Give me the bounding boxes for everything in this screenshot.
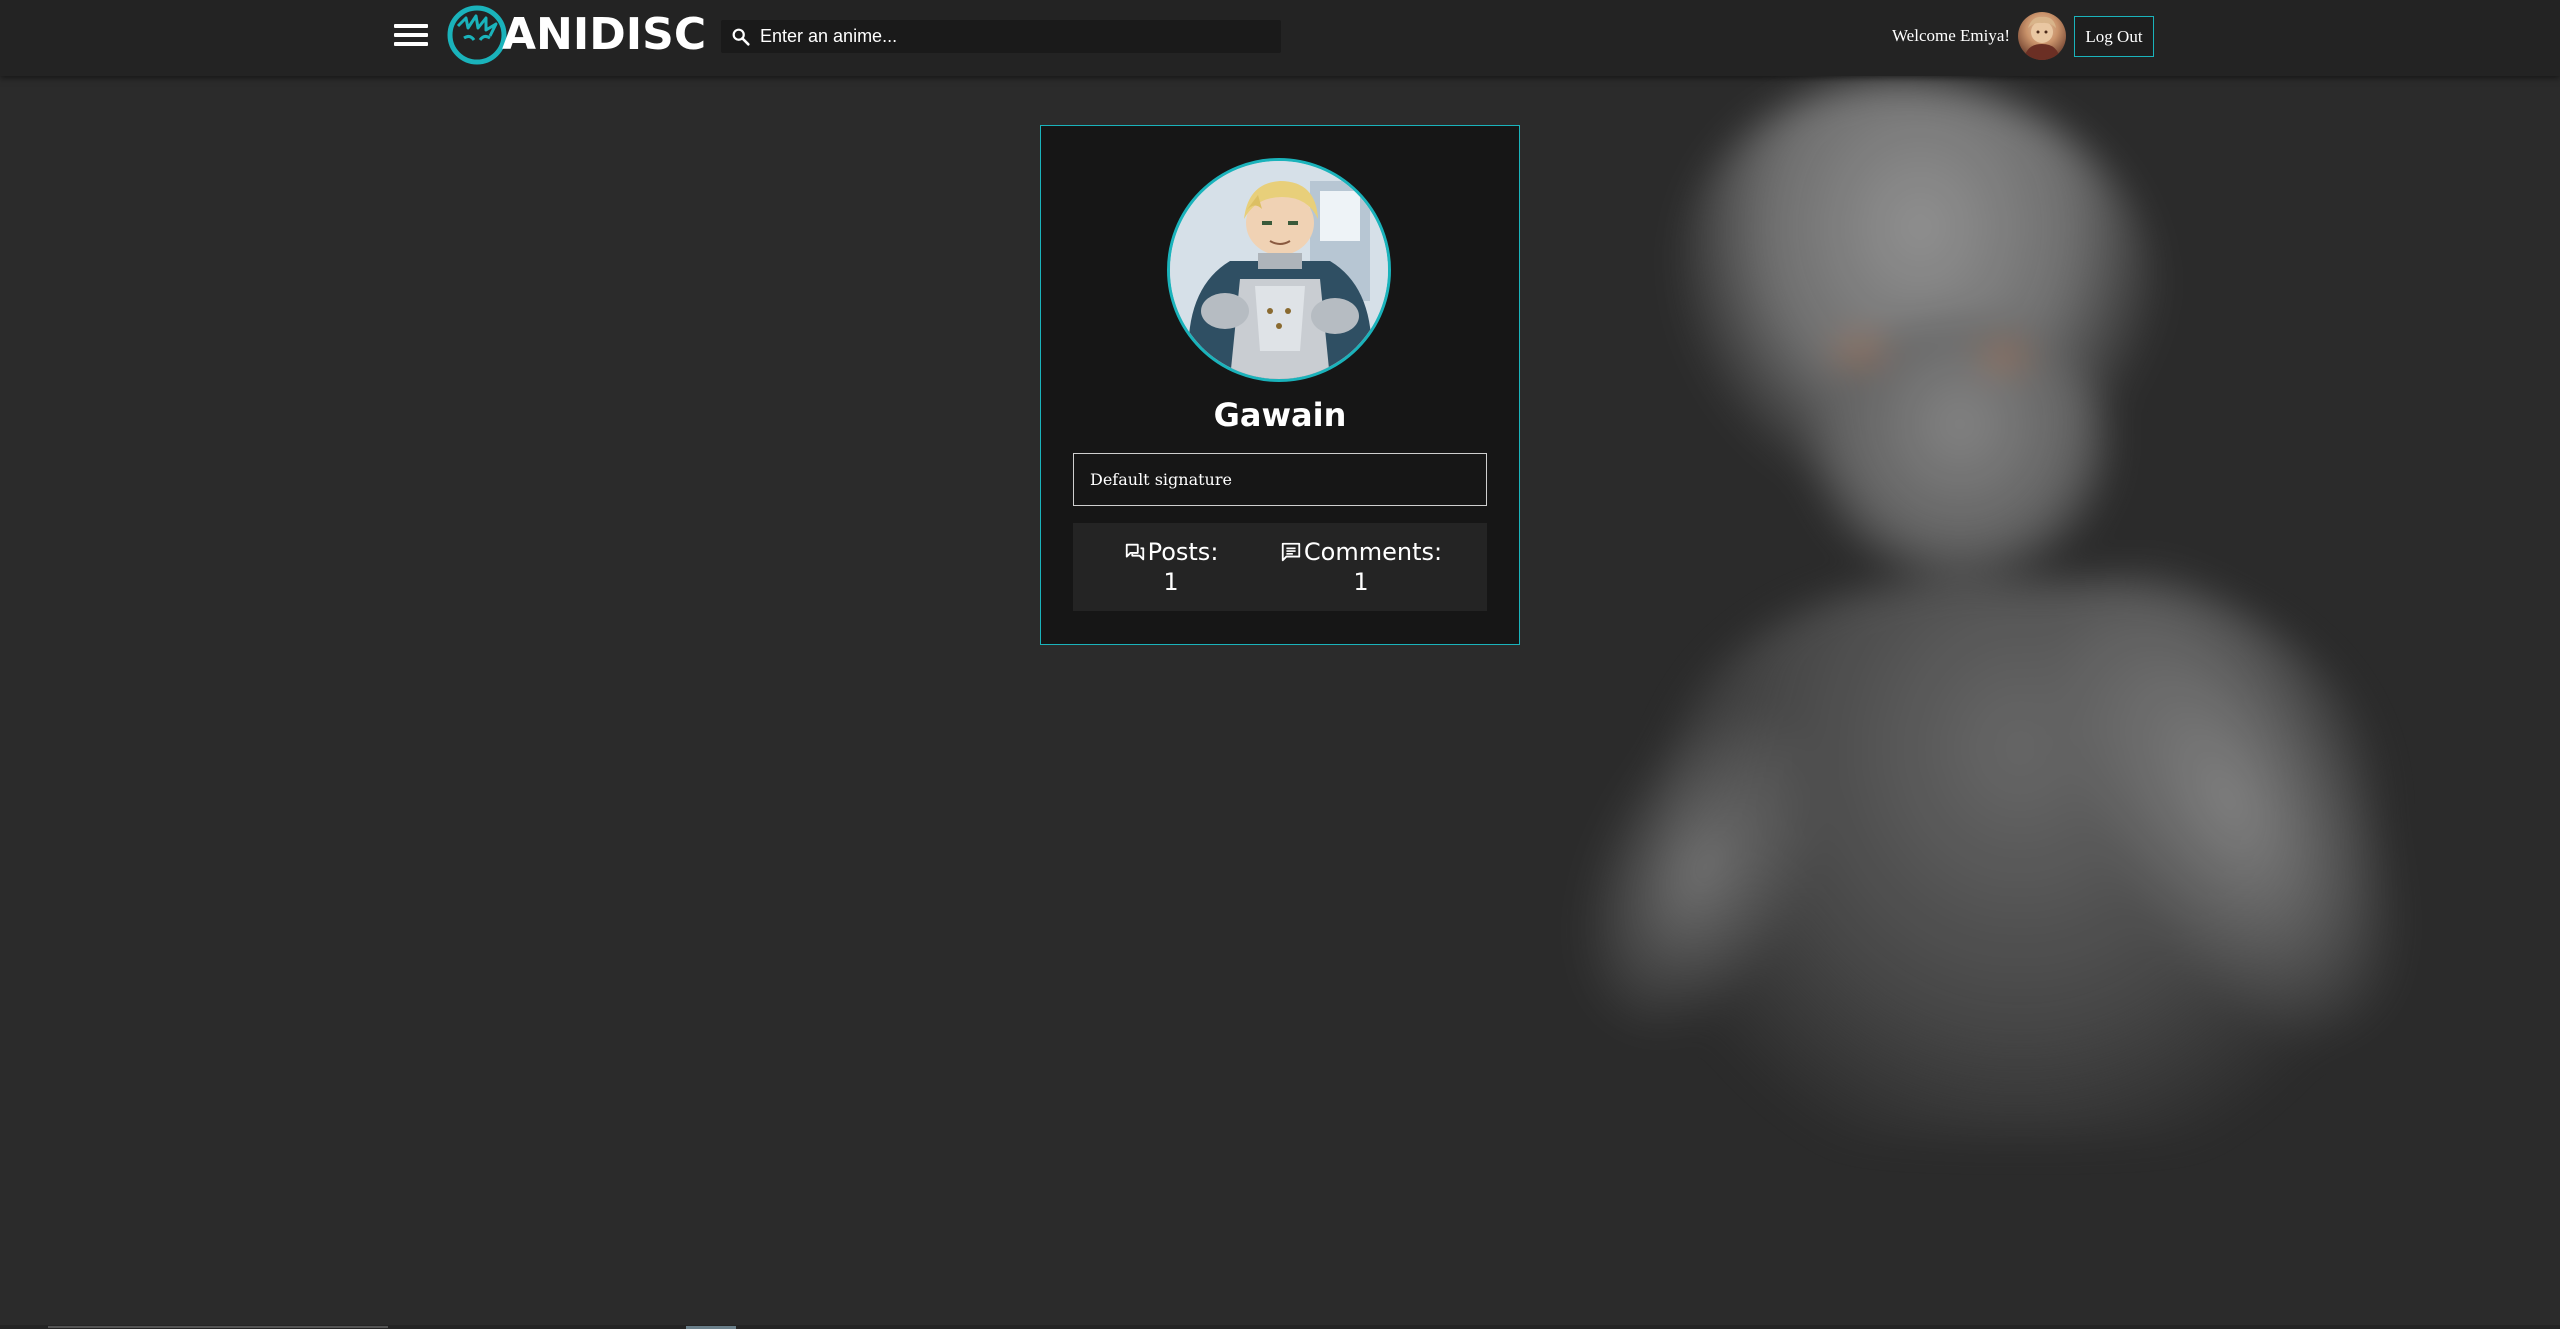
profile-avatar	[1167, 158, 1391, 382]
posts-stat: Posts: 1	[1081, 537, 1261, 597]
comments-count: 1	[1353, 568, 1369, 596]
search-input[interactable]	[758, 25, 1262, 48]
logo-text: ANIDISC	[502, 9, 707, 60]
profile-username: Gawain	[1213, 396, 1347, 434]
search-icon	[732, 28, 750, 46]
hamburger-menu-icon[interactable]	[394, 24, 428, 50]
logout-button[interactable]: Log Out	[2074, 16, 2154, 57]
background-illustration	[1480, 60, 2560, 1329]
posts-icon	[1125, 543, 1144, 561]
posts-count: 1	[1163, 568, 1179, 596]
welcome-text: Welcome Emiya!	[1892, 26, 2011, 45]
comments-label: Comments:	[1303, 538, 1443, 566]
profile-stats: Posts: 1 Comments: 1	[1073, 523, 1487, 611]
profile-card: Gawain Default signature Posts: 1 Commen…	[1040, 125, 1520, 645]
search-bar	[721, 20, 1281, 53]
user-avatar[interactable]	[2018, 12, 2066, 60]
user-avatar-image	[2024, 16, 2060, 60]
comments-icon	[1281, 542, 1301, 562]
site-logo[interactable]: ANIDISC	[446, 4, 706, 66]
top-navbar: ANIDISC Welcome Emiya! Log Out	[0, 0, 2560, 76]
profile-signature: Default signature	[1073, 453, 1487, 506]
profile-avatar-image	[1170, 161, 1388, 379]
comments-stat: Comments: 1	[1271, 537, 1451, 597]
posts-label: Posts:	[1147, 538, 1219, 566]
page: ANIDISC Welcome Emiya! Log Out	[0, 0, 2560, 1329]
horizontal-scrollbar[interactable]	[0, 1325, 2560, 1329]
anidisc-logo-icon	[447, 5, 507, 65]
